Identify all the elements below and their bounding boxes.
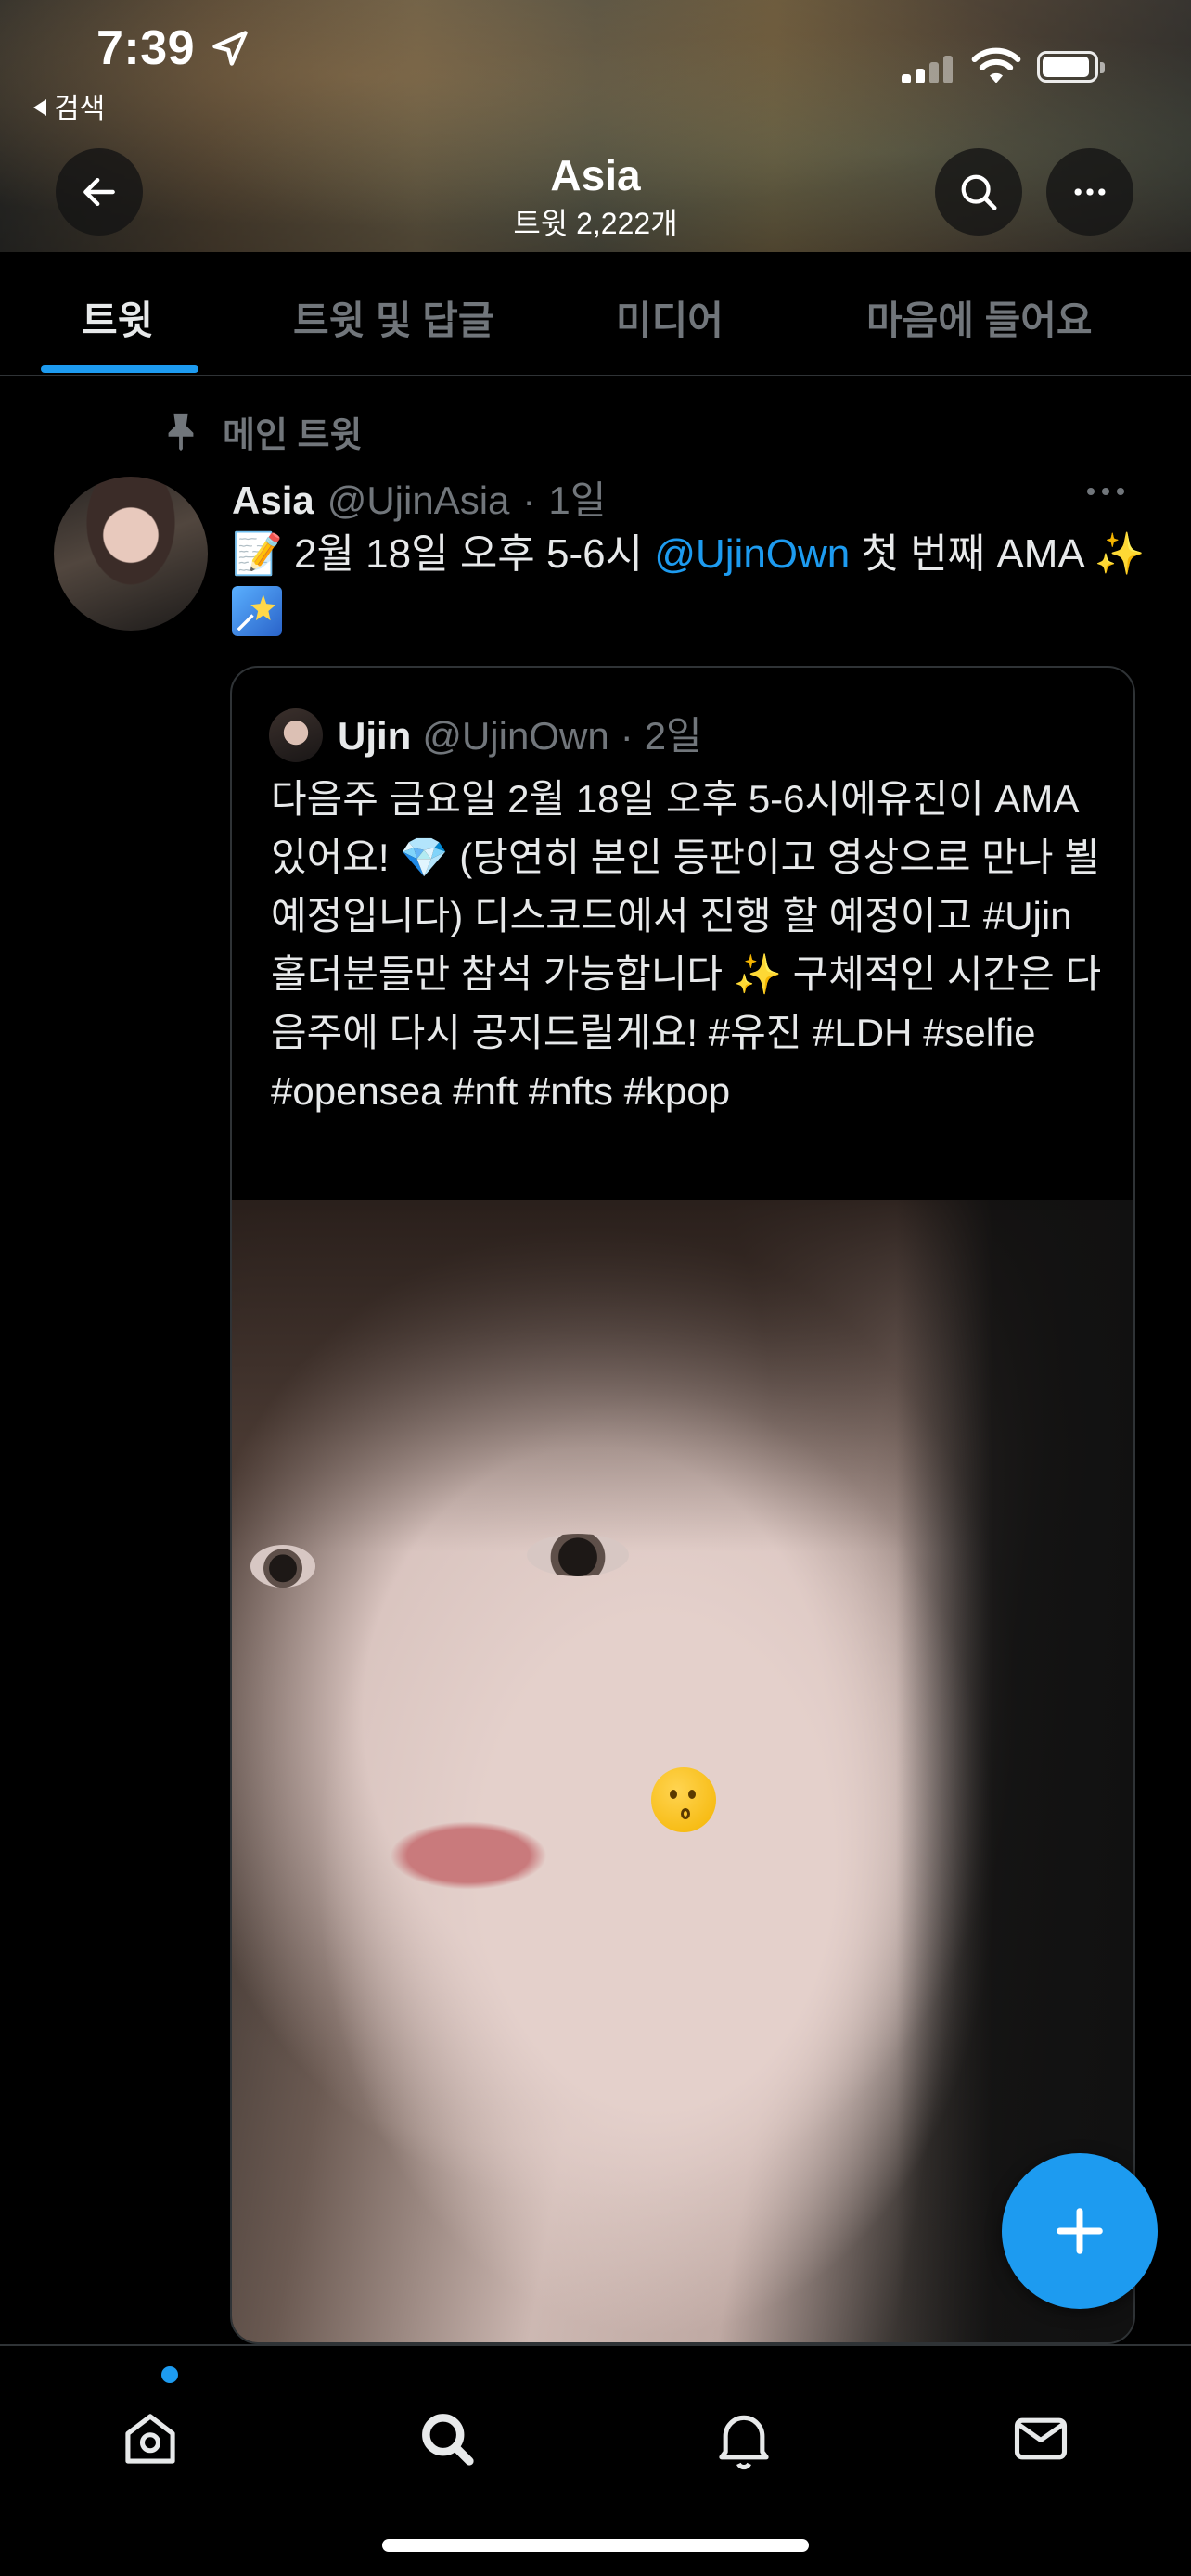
photo-left-eye (250, 1545, 315, 1588)
tab-tweets[interactable]: 트윗 (82, 289, 153, 346)
pinned-indicator: 메인 트윗 (160, 408, 363, 455)
quoted-avatar (269, 708, 323, 762)
back-app-label: 검색 (54, 94, 106, 124)
cellular-signal-icon (902, 56, 954, 83)
nav-explore[interactable] (410, 2402, 484, 2476)
back-to-search-link[interactable]: 검색 (33, 85, 105, 126)
pinned-label: 메인 트윗 (223, 415, 363, 455)
author-name[interactable]: Asia (232, 478, 314, 523)
home-icon (125, 2414, 175, 2464)
nav-home[interactable] (113, 2402, 187, 2476)
more-horizontal-icon (1074, 188, 1106, 196)
search-button[interactable] (935, 148, 1022, 236)
quoted-separator-dot: · (620, 714, 634, 758)
plus-icon (1057, 2208, 1103, 2254)
tab-media[interactable]: 미디어 (616, 289, 724, 346)
shooting-star-emoji-icon (232, 586, 282, 636)
quoted-tweet-header: Ujin @UjinOwn · 2일 (338, 705, 702, 761)
tweet-header: Asia @UjinAsia · 1일 (232, 469, 606, 526)
tweet-more-button[interactable] (1087, 482, 1133, 501)
search-icon (422, 2414, 474, 2466)
active-tab-indicator (41, 365, 198, 373)
search-icon (961, 174, 997, 210)
quoted-tweet-text: 다음주 금요일 2월 18일 오후 5-6시에유진이 AMA 있어요! 💎 (당… (271, 777, 1102, 1113)
wifi-icon (971, 47, 1021, 83)
quoted-tweet-card[interactable]: Ujin @UjinOwn · 2일 다음주 금요일 2월 18일 오후 5-6… (230, 666, 1135, 2344)
more-options-button[interactable] (1046, 148, 1133, 236)
pin-icon (168, 413, 194, 452)
tweet-time[interactable]: 1일 (548, 469, 606, 526)
tab-tweets-and-replies[interactable]: 트윗 및 답글 (293, 289, 494, 346)
compose-tweet-button[interactable] (1002, 2153, 1158, 2309)
photo-lips (390, 1821, 547, 1890)
tweet-text-part2: 첫 번째 AMA ✨ (850, 531, 1146, 577)
nav-notifications[interactable] (707, 2402, 781, 2476)
profile-header-banner: 7:39 검색 Asia 트윗 2,222개 (0, 0, 1191, 252)
back-triangle-icon (33, 99, 46, 116)
photo-right-eye (527, 1534, 629, 1576)
location-arrow-icon (212, 31, 248, 66)
nav-messages[interactable] (1004, 2402, 1078, 2476)
kissing-face-emoji-icon (651, 1767, 716, 1832)
tab-likes[interactable]: 마음에 들어요 (866, 289, 1093, 346)
profile-tabs: 트윗 트윗 및 답글 미디어 마음에 들어요 (0, 252, 1191, 376)
quoted-tweet-photo[interactable] (232, 1200, 1133, 2342)
author-handle[interactable]: @UjinAsia (327, 478, 510, 523)
home-indicator[interactable] (382, 2539, 809, 2552)
avatar[interactable] (54, 477, 208, 631)
bell-icon (719, 2415, 769, 2470)
tweet-text: 📝 2월 18일 오후 5-6시 @UjinOwn 첫 번째 AMA ✨ (232, 525, 1159, 644)
quoted-author-handle: @UjinOwn (422, 714, 609, 758)
status-time: 7:39 (96, 21, 196, 75)
mail-icon (1014, 2417, 1068, 2460)
tweet-text-part1: 📝 2월 18일 오후 5-6시 (232, 531, 655, 577)
separator-dot: · (522, 478, 536, 522)
battery-icon (1037, 51, 1105, 83)
quoted-author-name: Ujin (338, 714, 412, 758)
mention-link[interactable]: @UjinOwn (654, 531, 850, 577)
quoted-tweet-time: 2일 (644, 714, 702, 758)
home-notification-dot (161, 2366, 178, 2383)
